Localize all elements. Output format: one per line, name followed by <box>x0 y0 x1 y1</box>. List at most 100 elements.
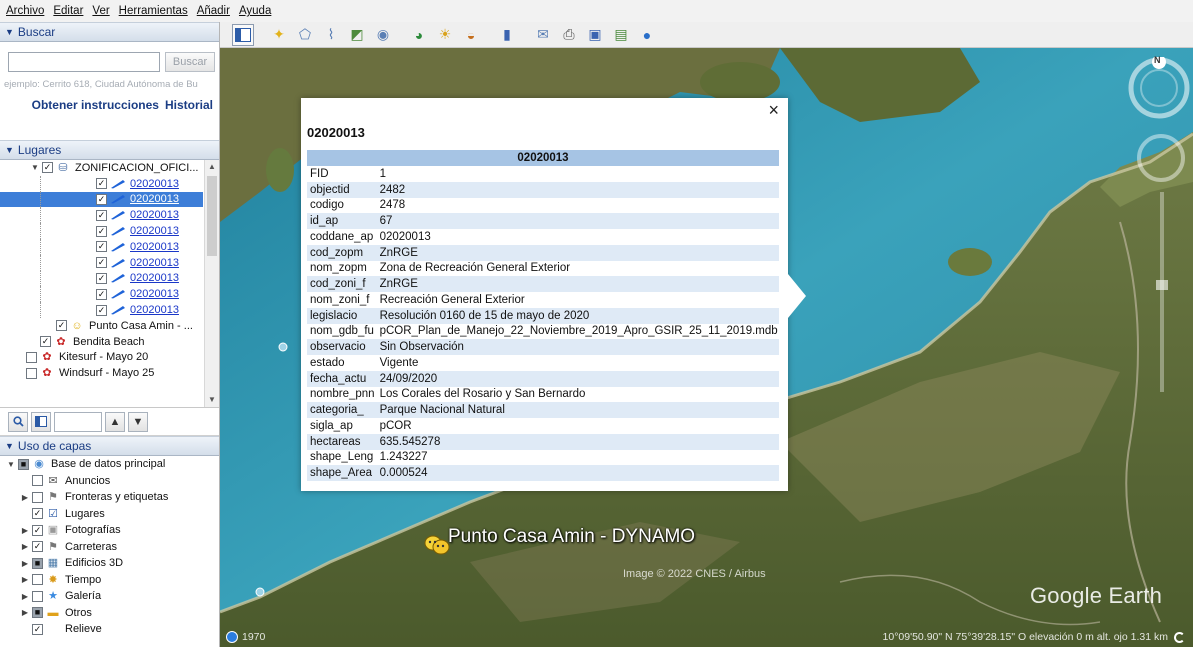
checkbox[interactable]: ✓ <box>32 590 43 602</box>
history-link[interactable]: Historial <box>165 98 213 112</box>
search-places-button[interactable] <box>8 411 28 432</box>
place-link[interactable]: 02020013 <box>130 257 179 269</box>
menu-item[interactable]: Ver <box>92 5 109 17</box>
checkbox[interactable]: ✓ <box>32 524 43 536</box>
record-tour-button[interactable]: ◉ <box>372 24 394 46</box>
search-panel-header[interactable]: ▼ Buscar <box>0 22 219 42</box>
add-placemark-button[interactable]: ✦ <box>268 24 290 46</box>
checkbox[interactable]: ✓ <box>96 304 107 316</box>
look-control[interactable] <box>1135 132 1187 184</box>
place-link[interactable]: 02020013 <box>130 272 179 284</box>
earth-button[interactable]: ● <box>636 24 658 46</box>
expand-arrow-icon[interactable]: ▶ <box>20 575 30 584</box>
layer-item[interactable]: ✓ Relieve <box>0 621 219 638</box>
place-item[interactable]: ✓ 02020013 <box>0 286 203 303</box>
checkbox[interactable]: ✓ <box>96 225 107 237</box>
checkbox[interactable]: ■ <box>32 607 43 619</box>
scroll-down-icon[interactable]: ▼ <box>205 393 219 407</box>
planets-button[interactable]: ◒ <box>460 24 482 46</box>
layer-item[interactable]: ▶ ■ ▦ Edificios 3D <box>0 555 219 572</box>
navigation-compass[interactable] <box>1128 57 1190 119</box>
expand-arrow-icon[interactable]: ▶ <box>20 542 30 551</box>
places-scrollbar[interactable]: ▲ ▼ <box>204 160 219 407</box>
print-button[interactable]: ⎙ <box>558 24 580 46</box>
place-item[interactable]: ✓ 02020013 <box>0 175 203 192</box>
checkbox[interactable]: ✓ <box>96 272 107 284</box>
place-item[interactable]: ✓ 02020013 <box>0 223 203 239</box>
checkbox[interactable]: ✓ <box>32 475 43 487</box>
checkbox[interactable]: ✓ <box>32 491 43 503</box>
place-link[interactable]: 02020013 <box>130 304 179 316</box>
scroll-thumb[interactable] <box>207 176 217 256</box>
menu-item[interactable]: Editar <box>53 5 83 17</box>
close-icon[interactable]: × <box>768 101 779 119</box>
checkbox[interactable]: ✓ <box>32 623 43 635</box>
checkbox[interactable]: ✓ <box>32 541 43 553</box>
place-item[interactable]: ✓ 02020013 <box>0 270 203 287</box>
expand-arrow-icon[interactable]: ▶ <box>20 608 30 617</box>
search-input[interactable] <box>8 52 160 72</box>
checkbox[interactable]: ✓ <box>26 367 37 379</box>
place-link[interactable]: 02020013 <box>130 225 179 237</box>
checkbox[interactable]: ✓ <box>96 209 107 221</box>
expand-arrow-icon[interactable]: ▶ <box>20 592 30 601</box>
place-item[interactable]: ✓ 02020013 <box>0 207 203 224</box>
checkbox[interactable]: ✓ <box>96 193 107 205</box>
save-image-button[interactable]: ▣ <box>584 24 606 46</box>
checkbox[interactable]: ✓ <box>96 241 107 253</box>
expand-arrow-icon[interactable]: ▶ <box>20 559 30 568</box>
places-panel-header[interactable]: ▼ Lugares <box>0 140 219 160</box>
checkbox[interactable]: ✓ <box>40 336 51 348</box>
layer-root[interactable]: ▼ ■ ◉ Base de datos principal <box>0 456 219 473</box>
panel-toggle-button[interactable] <box>31 411 51 432</box>
layers-panel-header[interactable]: ▼ Uso de capas <box>0 436 219 456</box>
layer-item[interactable]: ▶✓ ⚑ Fronteras y etiquetas <box>0 489 219 506</box>
expand-arrow-icon[interactable]: ▼ <box>6 460 16 469</box>
historical-imagery-button[interactable]: ◕ <box>408 24 430 46</box>
search-button[interactable]: Buscar <box>165 52 215 72</box>
ruler-button[interactable]: ▮ <box>496 24 518 46</box>
directions-link[interactable]: Obtener instrucciones <box>32 98 159 112</box>
checkbox[interactable]: ✓ <box>32 508 43 520</box>
layer-item[interactable]: ▶ ✓ ▣ Fotografías <box>0 522 219 539</box>
checkbox[interactable]: ■ <box>18 458 29 470</box>
view-in-maps-button[interactable]: ▤ <box>610 24 632 46</box>
place-item[interactable]: ✓ 02020013 <box>0 254 203 271</box>
zoom-slider[interactable] <box>1155 192 1169 392</box>
layer-item[interactable]: ✓ ✉ Anuncios <box>0 473 219 490</box>
place-item[interactable]: ✓ ✿ Windsurf - Mayo 25 <box>0 365 203 381</box>
checkbox[interactable]: ✓ <box>96 288 107 300</box>
checkbox[interactable]: ✓ <box>42 162 53 174</box>
expand-arrow-icon[interactable]: ▼ <box>30 163 40 172</box>
places-filter-input[interactable] <box>54 411 102 432</box>
menu-item[interactable]: Archivo <box>6 5 44 17</box>
menu-item[interactable]: Añadir <box>197 5 230 17</box>
placemark-masks-icon[interactable] <box>424 534 450 556</box>
expand-arrow-icon[interactable]: ▶ <box>20 526 30 535</box>
places-folder[interactable]: ▼ ✓ ⛁ ZONIFICACION_OFICI... <box>0 160 203 176</box>
layer-item[interactable]: ✓ ☑ Lugares <box>0 506 219 523</box>
email-button[interactable]: ✉ <box>532 24 554 46</box>
sunlight-button[interactable]: ☀ <box>434 24 456 46</box>
scroll-up-icon[interactable]: ▲ <box>205 160 219 174</box>
menu-item[interactable]: Ayuda <box>239 5 271 17</box>
place-item[interactable]: ✓ 02020013 <box>0 238 203 255</box>
move-down-button[interactable]: ▼ <box>128 411 148 432</box>
place-item[interactable]: ✓ ✿ Bendita Beach <box>0 334 203 350</box>
add-overlay-button[interactable]: ◩ <box>346 24 368 46</box>
place-link[interactable]: 02020013 <box>130 193 179 205</box>
checkbox[interactable]: ✓ <box>32 574 43 586</box>
menu-item[interactable]: Herramientas <box>119 5 188 17</box>
place-item[interactable]: ✓ ☺ Punto Casa Amin - ... <box>0 318 203 334</box>
move-up-button[interactable]: ▲ <box>105 411 125 432</box>
layer-item[interactable]: ▶ ✓ ⚑ Carreteras <box>0 539 219 556</box>
map-view[interactable]: ✦ ⬠ ⌇ ◩ ◉ ◕ ☀ ◒ ▮ ✉ ⎙ ▣ ▤ ● N × 02020013… <box>220 22 1193 647</box>
add-path-button[interactable]: ⌇ <box>320 24 342 46</box>
layer-item[interactable]: ▶✓ ✸ Tiempo <box>0 572 219 589</box>
checkbox[interactable]: ✓ <box>26 351 37 363</box>
place-link[interactable]: 02020013 <box>130 178 179 190</box>
sidebar-toggle-button[interactable] <box>232 23 254 46</box>
add-polygon-button[interactable]: ⬠ <box>294 24 316 46</box>
place-item[interactable]: ✓ ✿ Kitesurf - Mayo 20 <box>0 350 203 366</box>
place-link[interactable]: 02020013 <box>130 288 179 300</box>
